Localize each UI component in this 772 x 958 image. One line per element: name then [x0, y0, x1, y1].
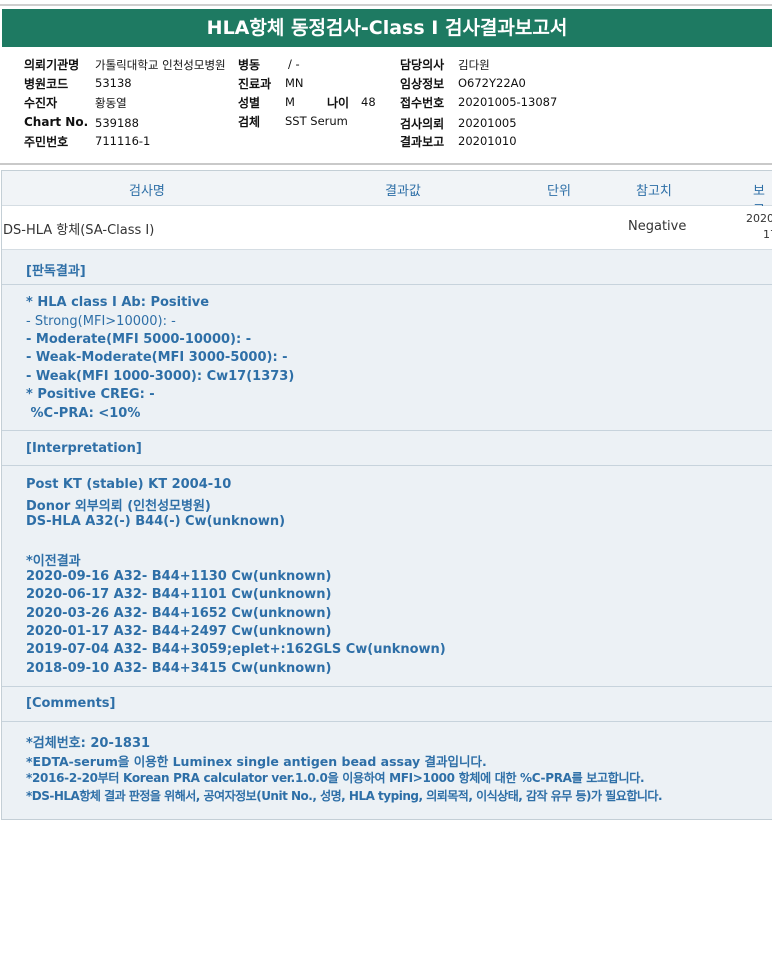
comment-line: *검체번호: 20-1831 [26, 736, 151, 751]
history-line: 2018-09-10 A32- B44+3415 Cw(unknown) [26, 661, 332, 676]
judgement-line: %C-PRA: <10% [26, 406, 141, 421]
judgement-line: - Weak(MFI 1000-3000): Cw17(1373) [26, 369, 295, 384]
interpretation-divider [2, 465, 772, 466]
history-line: 2020-09-16 A32- B44+1130 Cw(unknown) [26, 569, 332, 584]
comment-line: *DS-HLA항체 결과 판정을 위해서, 공여자정보(Unit No., 성명… [26, 789, 663, 803]
comments-divider-top [2, 686, 772, 687]
age-label: 나이 [327, 96, 350, 110]
history-line: 2020-06-17 A32- B44+1101 Cw(unknown) [26, 587, 332, 602]
judgement-line: - Weak-Moderate(MFI 3000-5000): - [26, 350, 288, 365]
judgement-line: - Strong(MFI>10000): - [26, 314, 176, 329]
test-name-cell: DS-HLA 항체(SA-Class I) [3, 223, 155, 238]
age-value: 48 [361, 95, 376, 109]
institution-value: 가톨릭대학교 인천성모병원 [95, 58, 226, 72]
hospital-code-label: 병원코드 [24, 77, 69, 91]
hospital-code-value: 53138 [95, 76, 132, 90]
col-reference: 참고치 [636, 184, 672, 199]
ward-label: 병동 [238, 58, 261, 72]
col-test-name: 검사명 [129, 184, 165, 199]
sex-value: M [285, 95, 295, 109]
judgement-line: * HLA class I Ab: Positive [26, 295, 210, 310]
report-date-label: 결과보고 [400, 135, 445, 149]
judgement-line: - Moderate(MFI 5000-10000): - [26, 332, 252, 347]
judgement-divider [2, 284, 772, 285]
doctor-value: 김다원 [458, 58, 490, 72]
specimen-value: SST Serum [285, 114, 348, 128]
receipt-no-value: 20201005-13087 [458, 95, 558, 109]
request-date-label: 검사의뢰 [400, 117, 445, 131]
interpretation-line: Donor 외부의뢰 (인천성모병원) [26, 499, 211, 514]
chart-label: Chart No. [24, 115, 89, 129]
report-date-value: 20201010 [458, 134, 517, 148]
resident-label: 주민번호 [24, 135, 69, 149]
institution-label: 의뢰기관명 [24, 58, 80, 72]
section-divider [0, 163, 772, 165]
report-title: HLA항체 동정검사-Class I 검사결과보고서 [2, 9, 772, 47]
dept-label: 진료과 [238, 77, 272, 91]
judgement-heading: [판독결과] [26, 264, 86, 279]
clinical-info-value: O672Y22A0 [458, 76, 526, 90]
interpretation-heading: [Interpretation] [26, 441, 142, 456]
result-table: 검사명 결과값 단위 참고치 보고 DS-HLA 항체(SA-Class I) … [1, 170, 772, 820]
comment-line: *EDTA-serum을 이용한 Luminex single antigen … [26, 754, 487, 769]
reference-cell: Negative [628, 219, 687, 234]
history-line: 2020-03-26 A32- B44+1652 Cw(unknown) [26, 606, 332, 621]
comment-line: *2016-2-20부터 Korean PRA calculator ver.1… [26, 771, 645, 785]
interpretation-line: DS-HLA A32(-) B44(-) Cw(unknown) [26, 514, 286, 529]
interpretation-line: *이전결과 [26, 554, 81, 569]
request-date-value: 20201005 [458, 116, 517, 130]
judgement-line: * Positive CREG: - [26, 387, 155, 402]
doctor-label: 담당의사 [400, 58, 445, 72]
report-date-cell: 2020 [746, 212, 772, 225]
top-border [0, 4, 772, 6]
report-body: [판독결과] * HLA class I Ab: Positive - Stro… [2, 250, 772, 819]
table-row[interactable]: DS-HLA 항체(SA-Class I) Negative 2020 17 [2, 206, 772, 250]
receipt-no-label: 접수번호 [400, 96, 445, 110]
ward-value: / - [288, 57, 300, 71]
patient-value: 황동열 [95, 96, 127, 110]
col-unit: 단위 [547, 184, 571, 199]
history-line: 2020-01-17 A32- B44+2497 Cw(unknown) [26, 624, 332, 639]
sex-label: 성별 [238, 96, 261, 110]
history-line: 2019-07-04 A32- B44+3059;eplet+:162GLS C… [26, 642, 446, 657]
table-header: 검사명 결과값 단위 참고치 보고 [2, 171, 772, 218]
dept-value: MN [285, 76, 304, 90]
report-time-cell: 17 [763, 228, 772, 241]
comments-divider [2, 721, 772, 722]
interpretation-line: Post KT (stable) KT 2004-10 [26, 477, 232, 492]
clinical-info-label: 임상정보 [400, 77, 445, 91]
patient-label: 수진자 [24, 96, 58, 110]
interpretation-divider-top [2, 430, 772, 431]
comments-heading: [Comments] [26, 696, 116, 711]
resident-value: 711116-1 [95, 134, 151, 148]
patient-info-block: 의뢰기관명 가톨릭대학교 인천성모병원 병동 / - 담당의사 김다원 병원코드… [0, 54, 772, 154]
col-result: 결과값 [385, 184, 421, 199]
specimen-label: 검체 [238, 115, 261, 129]
chart-value: 539188 [95, 116, 139, 130]
